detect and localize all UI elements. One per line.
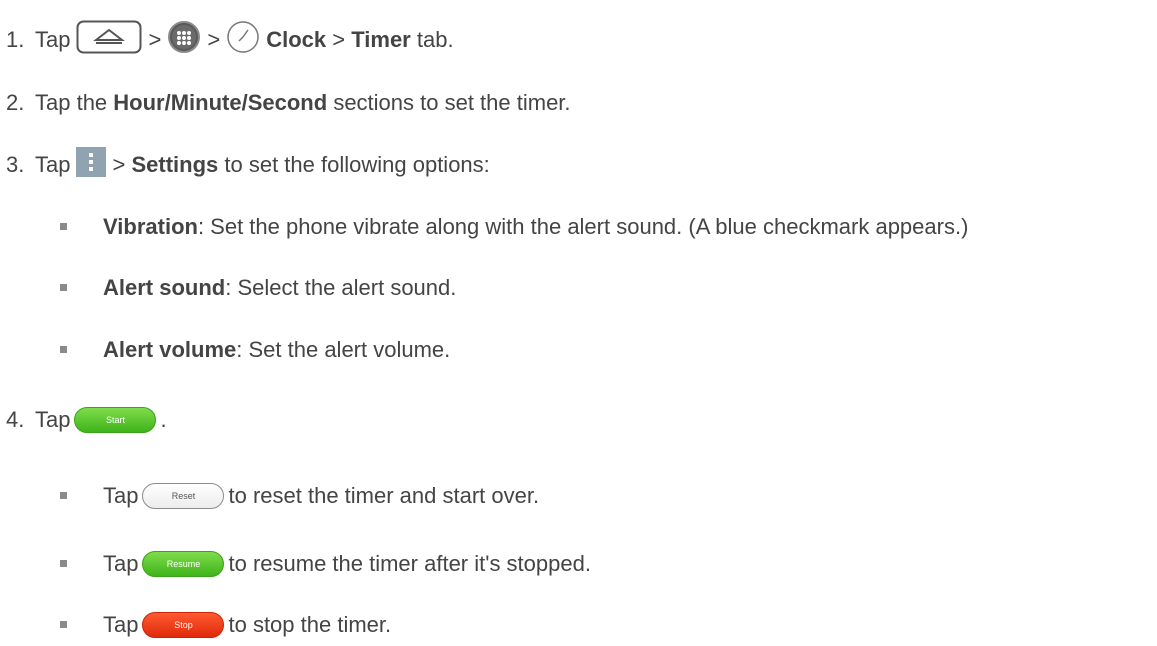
stop-button[interactable]: Stop <box>142 612 225 638</box>
bullet <box>60 560 67 567</box>
timer-label: Timer <box>351 27 411 52</box>
step-number: 2. <box>6 90 25 115</box>
bullet <box>60 621 67 628</box>
reset-button[interactable]: Reset <box>142 483 225 509</box>
step-number: 4. <box>6 407 25 432</box>
home-key-icon <box>76 20 142 60</box>
clock-label: Clock <box>266 27 327 52</box>
start-button[interactable]: Start <box>74 407 157 433</box>
apps-icon <box>167 20 201 60</box>
bullet <box>60 223 67 230</box>
clock-icon <box>226 20 260 60</box>
step-number: 1. <box>6 27 25 52</box>
settings-label: Settings <box>131 152 219 177</box>
bullet <box>60 284 67 291</box>
step-number: 3. <box>6 152 25 177</box>
step-text: Tap <box>35 27 71 52</box>
resume-button[interactable]: Resume <box>142 551 225 577</box>
bullet <box>60 492 67 499</box>
menu-icon <box>76 147 107 183</box>
bullet <box>60 346 67 353</box>
hms-label: Hour/Minute/Second <box>113 90 328 115</box>
